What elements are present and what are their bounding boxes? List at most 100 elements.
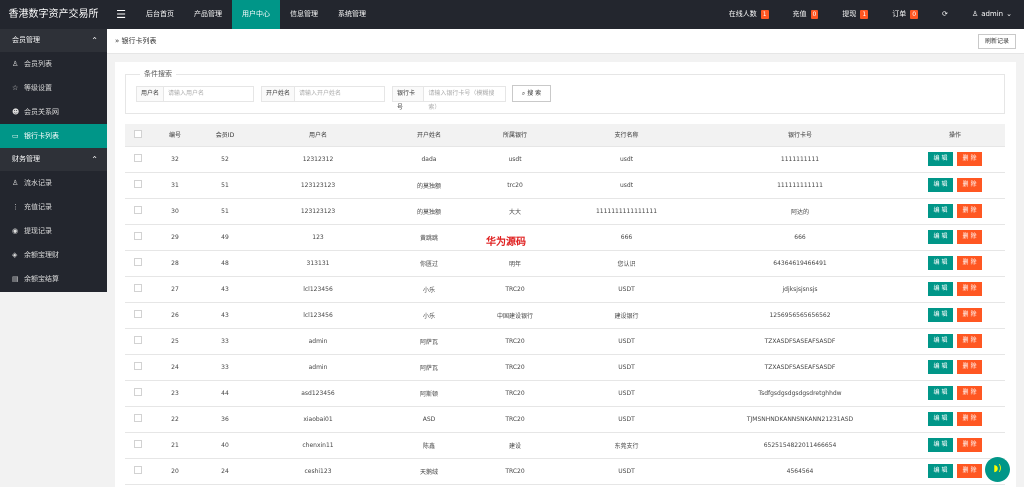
row-checkbox[interactable] [134, 466, 142, 474]
cell-member-id: 24 [200, 458, 250, 484]
search-button[interactable]: ⌕ 搜 索 [512, 85, 551, 102]
delete-button[interactable]: 删 除 [957, 438, 982, 452]
orders-label: 订单 [892, 0, 906, 29]
edit-button[interactable]: 编 辑 [928, 412, 953, 426]
top-nav: 后台首页 产品管理 用户中心 信息管理 系统管理 [136, 0, 376, 29]
row-checkbox[interactable] [134, 362, 142, 370]
withdraw-notice[interactable]: 提现1 [830, 0, 880, 29]
row-select-cell [125, 328, 150, 354]
row-actions: 编 辑删 除 [905, 250, 1005, 276]
cell-holder-name: dada [386, 146, 472, 172]
cell-member-id: 49 [200, 224, 250, 250]
row-checkbox[interactable] [134, 440, 142, 448]
row-checkbox[interactable] [134, 154, 142, 162]
holder-name-field: 开户姓名 请输入开户姓名 [261, 86, 385, 102]
row-checkbox[interactable] [134, 388, 142, 396]
sidebar-item-member-list[interactable]: ♙会员列表 [0, 52, 107, 76]
table-row: 2140chenxin11陈鑫建设东莞支行6525154822011466654… [125, 432, 1005, 458]
cell-id: 26 [150, 302, 200, 328]
user-name: admin [981, 0, 1003, 29]
card-number-input[interactable]: 请输入银行卡号（模糊搜索） [424, 87, 505, 101]
sidebar-item-yuebao-settlement[interactable]: ▤余额宝结算 [0, 267, 107, 291]
cell-branch: 666 [558, 224, 695, 250]
cell-branch: USDT [558, 406, 695, 432]
sound-icon[interactable]: ◗) [985, 457, 1010, 482]
sidebar-item-flow-records[interactable]: ♙流水记录 [0, 171, 107, 195]
sidebar-item-withdraw-records[interactable]: ◉提现记录 [0, 219, 107, 243]
table-row: 3051123123123的莫独额大大1111111111111111阿达的编 … [125, 198, 1005, 224]
row-select-cell [125, 276, 150, 302]
delete-button[interactable]: 删 除 [957, 386, 982, 400]
row-select-cell [125, 172, 150, 198]
row-checkbox[interactable] [134, 284, 142, 292]
cell-id: 20 [150, 458, 200, 484]
username-input[interactable]: 请输入用户名 [164, 87, 208, 101]
chevron-up-icon: ⌃ [91, 148, 98, 171]
cell-card-number: 666 [695, 224, 905, 250]
edit-button[interactable]: 编 辑 [928, 256, 953, 270]
sidebar-group-finance[interactable]: 财务管理⌃ [0, 148, 107, 171]
cell-member-id: 40 [200, 432, 250, 458]
delete-button[interactable]: 删 除 [957, 412, 982, 426]
edit-button[interactable]: 编 辑 [928, 178, 953, 192]
nav-item-home[interactable]: 后台首页 [136, 0, 184, 29]
cell-holder-name: 小乐 [386, 302, 472, 328]
delete-button[interactable]: 删 除 [957, 178, 982, 192]
chevron-down-icon: ⌄ [1006, 0, 1012, 29]
delete-button[interactable]: 删 除 [957, 256, 982, 270]
hamburger-icon[interactable]: ☰ [108, 0, 134, 29]
row-checkbox[interactable] [134, 414, 142, 422]
delete-button[interactable]: 删 除 [957, 360, 982, 374]
delete-button[interactable]: 删 除 [957, 230, 982, 244]
cell-bank: 建设 [472, 432, 558, 458]
edit-button[interactable]: 编 辑 [928, 282, 953, 296]
delete-button[interactable]: 删 除 [957, 308, 982, 322]
row-select-cell [125, 354, 150, 380]
edit-button[interactable]: 编 辑 [928, 308, 953, 322]
sidebar-item-yuebao-finance[interactable]: ◈余额宝理财 [0, 243, 107, 267]
cell-branch: usdt [558, 146, 695, 172]
cell-card-number: TJMSNHNDKANNSNKANN21231ASD [695, 406, 905, 432]
cell-id: 22 [150, 406, 200, 432]
cell-card-number: 1111111111 [695, 146, 905, 172]
select-all-checkbox[interactable] [134, 130, 142, 138]
delete-button[interactable]: 删 除 [957, 204, 982, 218]
sidebar-group-members[interactable]: 会员管理⌃ [0, 29, 107, 52]
row-checkbox[interactable] [134, 206, 142, 214]
edit-button[interactable]: 编 辑 [928, 438, 953, 452]
edit-button[interactable]: 编 辑 [928, 386, 953, 400]
nav-item-products[interactable]: 产品管理 [184, 0, 232, 29]
edit-button[interactable]: 编 辑 [928, 204, 953, 218]
nav-item-system[interactable]: 系统管理 [328, 0, 376, 29]
cell-card-number: 阿达的 [695, 198, 905, 224]
edit-button[interactable]: 编 辑 [928, 230, 953, 244]
sidebar-item-level-settings[interactable]: ☆等级设置 [0, 76, 107, 100]
recharge-notice[interactable]: 充值0 [781, 0, 831, 29]
row-checkbox[interactable] [134, 258, 142, 266]
delete-button[interactable]: 删 除 [957, 334, 982, 348]
delete-button[interactable]: 删 除 [957, 282, 982, 296]
nav-item-users[interactable]: 用户中心 [232, 0, 280, 29]
row-checkbox[interactable] [134, 336, 142, 344]
row-checkbox[interactable] [134, 232, 142, 240]
delete-button[interactable]: 删 除 [957, 152, 982, 166]
edit-button[interactable]: 编 辑 [928, 464, 953, 478]
username-label: 用户名 [137, 87, 164, 101]
nav-item-info[interactable]: 信息管理 [280, 0, 328, 29]
delete-button[interactable]: 删 除 [957, 464, 982, 478]
row-checkbox[interactable] [134, 180, 142, 188]
online-users[interactable]: 在线人数1 [717, 0, 781, 29]
edit-button[interactable]: 编 辑 [928, 334, 953, 348]
sidebar-item-bank-cards[interactable]: ▭银行卡列表 [0, 124, 107, 148]
user-menu[interactable]: ♙admin⌄ [960, 0, 1024, 29]
breadcrumb-label[interactable]: 银行卡列表 [122, 37, 157, 45]
refresh-icon[interactable]: ⟳ [930, 0, 960, 29]
sidebar-item-member-network[interactable]: ☻会员关系网 [0, 100, 107, 124]
row-checkbox[interactable] [134, 310, 142, 318]
refresh-records-button[interactable]: 刷新记录 [978, 34, 1016, 49]
edit-button[interactable]: 编 辑 [928, 152, 953, 166]
edit-button[interactable]: 编 辑 [928, 360, 953, 374]
sidebar-item-recharge-records[interactable]: ⋮充值记录 [0, 195, 107, 219]
holder-name-input[interactable]: 请输入开户姓名 [295, 87, 345, 101]
orders-notice[interactable]: 订单0 [880, 0, 930, 29]
